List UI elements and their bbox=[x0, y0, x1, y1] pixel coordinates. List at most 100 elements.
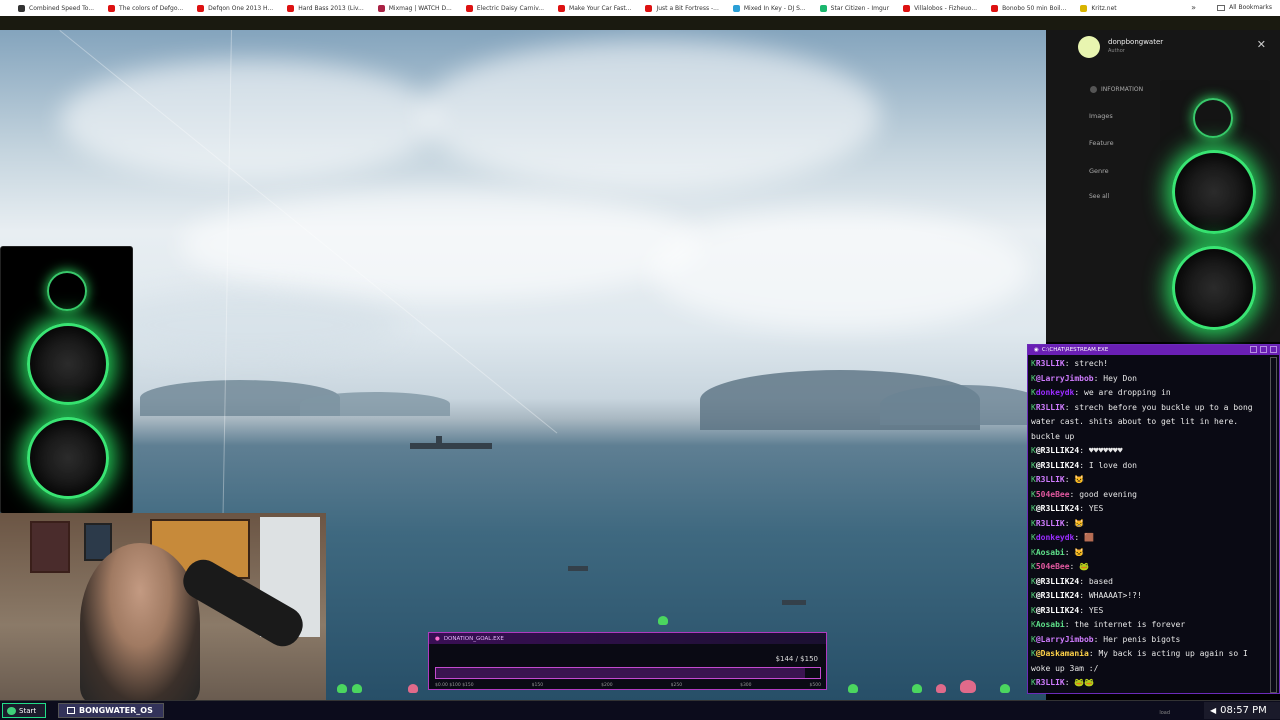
load-label: load bbox=[1159, 710, 1170, 716]
panel-link-feature[interactable]: Feature bbox=[1089, 139, 1114, 147]
bookmark-item[interactable]: Bonobo 50 min Boil... bbox=[991, 4, 1067, 12]
bookmark-item[interactable]: Mixed In Key - DJ S... bbox=[732, 4, 806, 12]
chat-text: Her penis bigots bbox=[1103, 634, 1181, 644]
donation-amount: $144 / $150 bbox=[775, 655, 818, 663]
frog-sprite bbox=[912, 684, 922, 693]
heart-icon: ● bbox=[435, 635, 440, 642]
chat-username[interactable]: Aosabi bbox=[1036, 620, 1065, 629]
chat-username[interactable]: 504eBee bbox=[1036, 562, 1070, 571]
chat-text: I love don bbox=[1088, 460, 1137, 470]
chat-message: K@Daskamania: My back is acting up again… bbox=[1031, 647, 1269, 676]
chat-username[interactable]: R3LLIK bbox=[1036, 403, 1065, 412]
chat-message: KR3LLIK: 😸 bbox=[1031, 517, 1269, 532]
frog-sprite bbox=[936, 684, 946, 693]
bookmark-item[interactable]: Electric Daisy Carniv... bbox=[465, 4, 544, 12]
donation-tiers: $0.00 $100 $150 $150 $200 $250 $300 $500 bbox=[435, 683, 821, 688]
chat-username[interactable]: @R3LLIK24 bbox=[1036, 446, 1079, 455]
donation-progress-fill bbox=[436, 668, 805, 678]
chat-username[interactable]: donkeydk bbox=[1036, 388, 1075, 397]
avatar[interactable] bbox=[1078, 36, 1100, 58]
speed-icon bbox=[18, 4, 25, 12]
minimize-button[interactable] bbox=[1250, 346, 1257, 353]
chat-username[interactable]: @R3LLIK24 bbox=[1036, 504, 1079, 513]
bookmark-label: Star Citizen - Imgur bbox=[830, 4, 890, 12]
information-label: INFORMATION bbox=[1101, 86, 1144, 93]
close-button[interactable] bbox=[1270, 346, 1277, 353]
youtube-icon bbox=[991, 4, 999, 12]
bookmark-item[interactable]: Defqon One 2013 H... bbox=[197, 4, 273, 12]
bookmark-label: Hard Bass 2013 (Liv... bbox=[298, 4, 364, 12]
bookmark-item[interactable]: Just a Bit Fortress -... bbox=[645, 4, 719, 12]
left-speaker bbox=[0, 246, 133, 514]
youtube-icon bbox=[108, 4, 116, 12]
bookmark-item[interactable]: The colors of Defgo... bbox=[108, 4, 183, 12]
system-tray[interactable]: ◀ 08:57 PM bbox=[1204, 702, 1280, 719]
chat-username[interactable]: R3LLIK bbox=[1036, 359, 1065, 368]
panel-link-genre[interactable]: Genre bbox=[1089, 167, 1109, 175]
all-bookmarks-button[interactable]: All Bookmarks bbox=[1217, 4, 1272, 11]
bookmark-item[interactable]: Hard Bass 2013 (Liv... bbox=[287, 4, 364, 12]
chat-username[interactable]: @Daskamania bbox=[1036, 649, 1089, 658]
bookmark-label: Mixmag | WATCH D... bbox=[388, 4, 452, 12]
chat-title: C:\CHAT\RESTREAM.EXE bbox=[1041, 347, 1109, 353]
chat-text: 🟫 bbox=[1084, 533, 1094, 542]
close-icon[interactable]: ✕ bbox=[1257, 38, 1266, 51]
chat-username[interactable]: R3LLIK bbox=[1036, 475, 1065, 484]
volume-icon[interactable]: ◀ bbox=[1210, 706, 1216, 715]
chat-messages: KR3LLIK: strech! K@LarryJimbob: Hey Don Kd… bbox=[1031, 357, 1269, 693]
frog-sprite bbox=[1000, 684, 1010, 693]
panel-link-see-all[interactable]: See all bbox=[1089, 193, 1109, 200]
info-icon bbox=[1090, 86, 1097, 93]
boat bbox=[568, 566, 588, 571]
frog-sprite bbox=[408, 684, 418, 693]
chat-message: K@R3LLIK24: YES bbox=[1031, 502, 1269, 517]
chat-username[interactable]: @LarryJimbob bbox=[1036, 374, 1094, 383]
chat-username[interactable]: R3LLIK bbox=[1036, 519, 1065, 528]
chat-separator: : bbox=[1093, 373, 1104, 383]
start-button[interactable]: Start bbox=[2, 703, 46, 718]
chat-window: ◉ C:\CHAT\RESTREAM.EXE KR3LLIK: strech! K… bbox=[1027, 344, 1280, 694]
chat-username[interactable]: R3LLIK bbox=[1036, 678, 1065, 687]
bookmark-item[interactable]: Star Citizen - Imgur bbox=[819, 4, 890, 12]
chat-username[interactable]: Aosabi bbox=[1036, 548, 1065, 557]
chat-separator: : bbox=[1069, 489, 1080, 499]
donation-titlebar[interactable]: ● DONATION_GOAL.EXE bbox=[429, 633, 826, 644]
chat-text: strech! bbox=[1074, 359, 1109, 368]
chat-scrollbar[interactable] bbox=[1270, 357, 1277, 693]
maximize-button[interactable] bbox=[1260, 346, 1267, 353]
bookmark-label: Kritz.net bbox=[1091, 4, 1117, 12]
bookmark-item[interactable]: Villalobos - Fizheuo... bbox=[903, 4, 977, 12]
chat-message: K@R3LLIK24: based bbox=[1031, 575, 1269, 590]
bookmark-label: Bonobo 50 min Boil... bbox=[1002, 4, 1067, 12]
right-speaker bbox=[1160, 80, 1270, 342]
chat-separator: : bbox=[1064, 359, 1075, 368]
taskbar-app-button[interactable]: BONGWATER_OS bbox=[58, 703, 164, 718]
window-icon bbox=[67, 707, 75, 714]
start-label: Start bbox=[19, 706, 37, 715]
chat-username[interactable]: @LarryJimbob bbox=[1036, 635, 1094, 644]
clock: 08:57 PM bbox=[1220, 705, 1267, 716]
bookmark-item[interactable]: Make Your Car Fast... bbox=[558, 4, 631, 12]
chat-titlebar[interactable]: ◉ C:\CHAT\RESTREAM.EXE bbox=[1028, 345, 1279, 355]
chat-separator: : bbox=[1079, 576, 1089, 586]
bookmark-item[interactable]: Kritz.net bbox=[1080, 4, 1117, 12]
bookmarks-overflow-icon[interactable]: » bbox=[1191, 3, 1196, 12]
chat-username[interactable]: donkeydk bbox=[1036, 533, 1075, 542]
author-name[interactable]: donpbongwater bbox=[1108, 38, 1163, 46]
chat-text: the internet is forever bbox=[1074, 620, 1186, 629]
panel-link-images[interactable]: Images bbox=[1089, 112, 1113, 120]
speaker-tweeter bbox=[1193, 98, 1233, 138]
chat-username[interactable]: @R3LLIK24 bbox=[1036, 606, 1079, 615]
bookmark-item[interactable]: Combined Speed To... bbox=[18, 4, 94, 12]
bookmark-item[interactable]: Mixmag | WATCH D... bbox=[377, 4, 452, 12]
chat-username[interactable]: 504eBee bbox=[1036, 490, 1070, 499]
chat-username[interactable]: @R3LLIK24 bbox=[1036, 577, 1079, 586]
donation-title: DONATION_GOAL.EXE bbox=[443, 635, 504, 642]
chat-text: 🐸 bbox=[1079, 562, 1090, 571]
person bbox=[80, 543, 200, 700]
chat-message: K504eBee: 🐸 bbox=[1031, 560, 1269, 575]
chat-username[interactable]: @R3LLIK24 bbox=[1036, 591, 1079, 600]
chat-separator: : bbox=[1079, 504, 1089, 513]
chat-text: we are dropping in bbox=[1084, 388, 1171, 397]
chat-username[interactable]: @R3LLIK24 bbox=[1036, 461, 1079, 470]
